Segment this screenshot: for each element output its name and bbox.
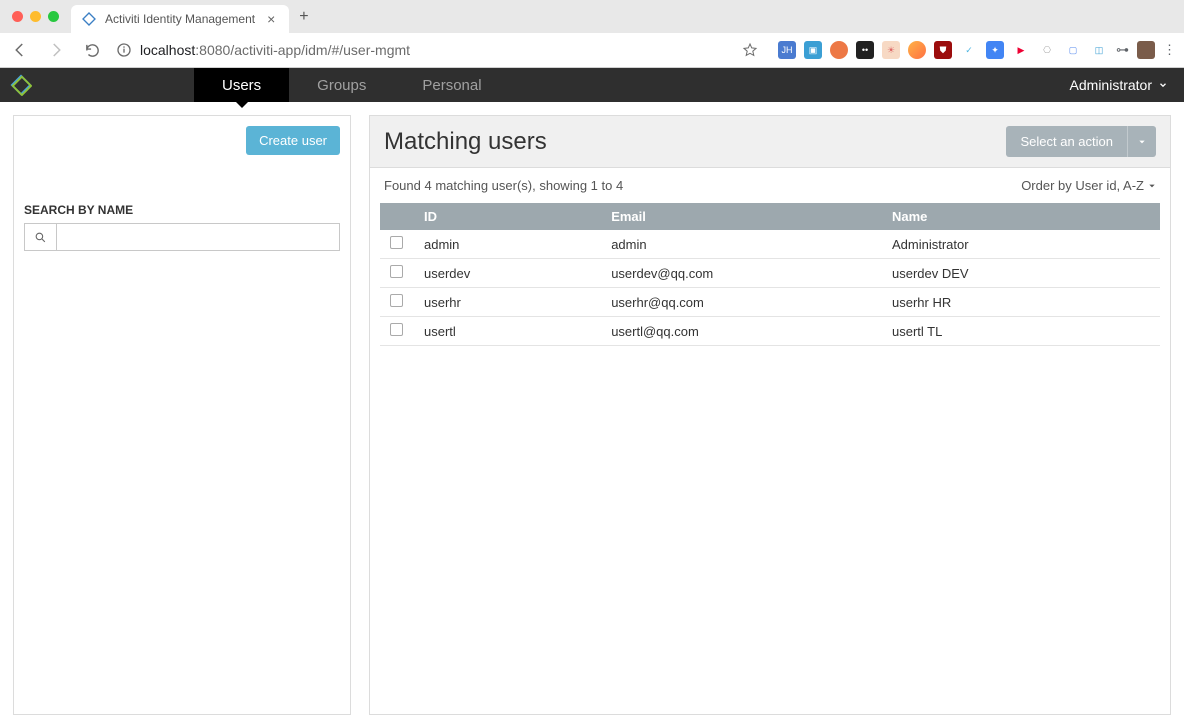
main-layout: Create user SEARCH BY NAME Matching user… [0, 102, 1184, 728]
sidebar: Create user SEARCH BY NAME [13, 115, 351, 715]
col-email: Email [601, 203, 882, 230]
cell-name: userdev DEV [882, 259, 1160, 288]
table-row[interactable]: userdevuserdev@qq.comuserdev DEV [380, 259, 1160, 288]
table-row[interactable]: usertlusertl@qq.comusertl TL [380, 317, 1160, 346]
select-action-button[interactable]: Select an action [1006, 126, 1127, 157]
caret-down-icon [1148, 182, 1156, 190]
search-label: SEARCH BY NAME [24, 155, 340, 217]
content: Matching users Select an action Found 4 … [369, 115, 1171, 715]
browser-toolbar: localhost:8080/activiti-app/idm/#/user-m… [0, 33, 1184, 67]
key-icon[interactable]: ⊶ [1116, 42, 1129, 58]
forward-button[interactable] [44, 38, 68, 62]
extension-icon[interactable] [830, 41, 848, 59]
select-action-caret[interactable] [1127, 126, 1156, 157]
app-logo-icon[interactable] [4, 68, 38, 102]
nav-users[interactable]: Users [194, 68, 289, 102]
action-group: Select an action [1006, 126, 1156, 157]
extension-icon[interactable]: ✓ [960, 41, 978, 59]
url-port: :8080 [195, 42, 230, 58]
order-by[interactable]: Order by User id, A-Z [1021, 178, 1156, 193]
window-controls [0, 11, 71, 22]
col-name: Name [882, 203, 1160, 230]
cell-email: userhr@qq.com [601, 288, 882, 317]
new-tab-button[interactable]: + [299, 8, 308, 26]
table-header-row: ID Email Name [380, 203, 1160, 230]
app-nav: Users Groups Personal [194, 68, 510, 102]
app-favicon-icon [81, 11, 97, 27]
cell-name: usertl TL [882, 317, 1160, 346]
users-table: ID Email Name adminadminAdministratoruse… [380, 203, 1160, 346]
extension-icons: JH ▣ •• ☀ ⛊ ✓ ✦ ▶ ⎔ ▢ ◫ ⊶ ⋮ [778, 41, 1176, 59]
extension-icon[interactable] [908, 41, 926, 59]
cell-name: userhr HR [882, 288, 1160, 317]
nav-label: Groups [317, 77, 366, 94]
nav-label: Users [222, 77, 261, 94]
reload-icon [84, 42, 101, 59]
search-input[interactable] [56, 223, 340, 251]
table-row[interactable]: adminadminAdministrator [380, 230, 1160, 259]
browser-menu-icon[interactable]: ⋮ [1163, 42, 1176, 58]
order-by-label: Order by User id, A-Z [1021, 178, 1144, 193]
extension-icon[interactable]: ◫ [1090, 41, 1108, 59]
browser-tab[interactable]: Activiti Identity Management × [71, 5, 289, 33]
tab-title: Activiti Identity Management [105, 12, 255, 26]
cell-email: admin [601, 230, 882, 259]
extension-icon[interactable]: •• [856, 41, 874, 59]
nav-personal[interactable]: Personal [394, 68, 509, 102]
extension-icon[interactable]: JH [778, 41, 796, 59]
cell-id: usertl [414, 317, 601, 346]
result-count: Found 4 matching user(s), showing 1 to 4 [384, 178, 623, 193]
extension-icon[interactable]: ▶ [1012, 41, 1030, 59]
result-bar: Found 4 matching user(s), showing 1 to 4… [370, 168, 1170, 203]
cell-id: admin [414, 230, 601, 259]
create-user-button[interactable]: Create user [246, 126, 340, 155]
row-checkbox[interactable] [390, 265, 403, 278]
table-row[interactable]: userhruserhr@qq.comuserhr HR [380, 288, 1160, 317]
browser-chrome: Activiti Identity Management × + localho… [0, 0, 1184, 68]
col-checkbox [380, 203, 414, 230]
back-button[interactable] [8, 38, 32, 62]
content-header: Matching users Select an action [370, 116, 1170, 168]
user-menu[interactable]: Administrator [1070, 77, 1168, 93]
cell-name: Administrator [882, 230, 1160, 259]
maximize-window-icon[interactable] [48, 11, 59, 22]
arrow-right-icon [47, 41, 65, 59]
url-path: /activiti-app/idm/#/user-mgmt [230, 42, 410, 58]
extension-icon[interactable]: ▣ [804, 41, 822, 59]
page-title: Matching users [384, 128, 547, 156]
row-checkbox[interactable] [390, 294, 403, 307]
extension-icon[interactable]: ☀ [882, 41, 900, 59]
search-wrap [24, 223, 340, 251]
app-header: Users Groups Personal Administrator [0, 68, 1184, 102]
extension-icon[interactable]: ⛊ [934, 41, 952, 59]
minimize-window-icon[interactable] [30, 11, 41, 22]
caret-down-icon [1138, 138, 1146, 146]
site-info-icon[interactable] [116, 42, 132, 58]
user-name: Administrator [1070, 77, 1152, 93]
cell-id: userdev [414, 259, 601, 288]
extension-icon[interactable]: ⎔ [1038, 41, 1056, 59]
cell-email: userdev@qq.com [601, 259, 882, 288]
chevron-down-icon [1158, 80, 1168, 90]
nav-groups[interactable]: Groups [289, 68, 394, 102]
tab-strip: Activiti Identity Management × + [0, 0, 1184, 33]
extension-icon[interactable]: ✦ [986, 41, 1004, 59]
cell-email: usertl@qq.com [601, 317, 882, 346]
bookmark-star-icon[interactable] [742, 42, 758, 58]
address-bar[interactable]: localhost:8080/activiti-app/idm/#/user-m… [116, 42, 730, 58]
nav-label: Personal [422, 77, 481, 94]
close-tab-icon[interactable]: × [263, 11, 279, 27]
arrow-left-icon [11, 41, 29, 59]
close-window-icon[interactable] [12, 11, 23, 22]
reload-button[interactable] [80, 38, 104, 62]
url-host: localhost [140, 42, 195, 58]
row-checkbox[interactable] [390, 323, 403, 336]
profile-avatar-icon[interactable] [1137, 41, 1155, 59]
search-icon [24, 223, 56, 251]
extension-icon[interactable]: ▢ [1064, 41, 1082, 59]
row-checkbox[interactable] [390, 236, 403, 249]
col-id: ID [414, 203, 601, 230]
cell-id: userhr [414, 288, 601, 317]
